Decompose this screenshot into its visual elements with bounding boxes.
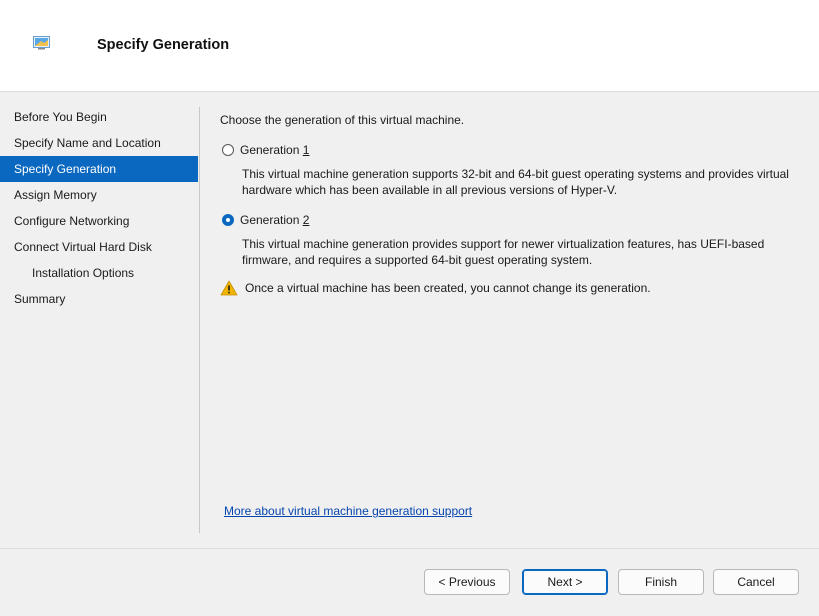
generation-1-label[interactable]: Generation 1	[240, 143, 309, 157]
generation-2-option[interactable]: Generation 2	[220, 212, 309, 228]
step-specify-generation[interactable]: Specify Generation	[0, 156, 198, 182]
wizard-footer: < Previous Next > Finish Cancel	[0, 548, 819, 616]
step-specify-name-and-location[interactable]: Specify Name and Location	[0, 130, 198, 156]
generation-2-radio[interactable]	[222, 214, 234, 226]
step-assign-memory[interactable]: Assign Memory	[0, 182, 198, 208]
page-title: Specify Generation	[97, 37, 230, 53]
step-installation-options[interactable]: Installation Options	[0, 260, 198, 286]
generation-support-link[interactable]: More about virtual machine generation su…	[224, 504, 472, 518]
warning-icon	[220, 280, 238, 296]
intro-text: Choose the generation of this virtual ma…	[220, 113, 465, 127]
generation-1-option[interactable]: Generation 1	[220, 142, 309, 158]
step-connect-virtual-hard-disk[interactable]: Connect Virtual Hard Disk	[0, 234, 198, 260]
next-button[interactable]: Next >	[522, 569, 608, 595]
wizard-steps-nav: Before You Begin Specify Name and Locati…	[0, 104, 198, 312]
step-before-you-begin[interactable]: Before You Begin	[0, 104, 198, 130]
step-configure-networking[interactable]: Configure Networking	[0, 208, 198, 234]
previous-button[interactable]: < Previous	[424, 569, 510, 595]
generation-1-description: This virtual machine generation supports…	[242, 167, 789, 197]
finish-button[interactable]: Finish	[618, 569, 704, 595]
warning-text: Once a virtual machine has been created,…	[245, 281, 651, 295]
warning-message: Once a virtual machine has been created,…	[220, 280, 651, 296]
main-content: Choose the generation of this virtual ma…	[220, 112, 800, 296]
generation-2-description: This virtual machine generation provides…	[242, 237, 765, 267]
step-summary[interactable]: Summary	[0, 286, 198, 312]
wizard-header: Specify Generation	[0, 0, 819, 92]
virtual-machine-icon	[33, 36, 50, 50]
generation-1-radio[interactable]	[222, 144, 234, 156]
generation-2-label[interactable]: Generation 2	[240, 213, 309, 227]
divider	[199, 107, 200, 533]
cancel-button[interactable]: Cancel	[713, 569, 799, 595]
